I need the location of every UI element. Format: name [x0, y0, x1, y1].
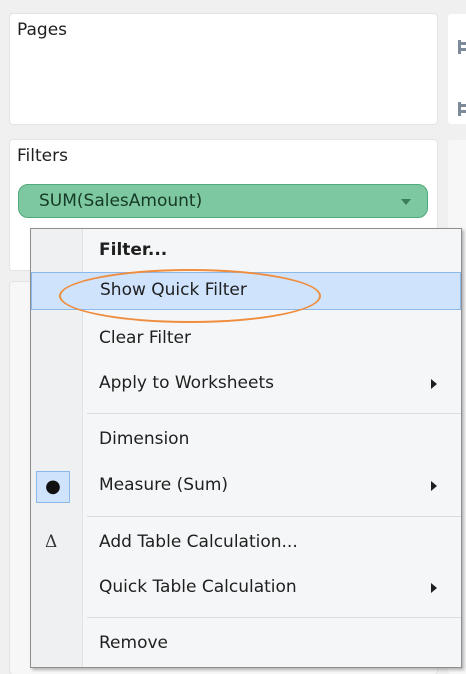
chevron-down-icon[interactable]	[401, 199, 411, 205]
chevron-right-icon	[431, 583, 437, 593]
menu-item-apply-to-worksheets[interactable]: Apply to Worksheets	[31, 366, 461, 404]
columns-shelf-strip	[448, 14, 466, 124]
filter-pill-label: SUM(SalesAmount)	[39, 191, 203, 211]
selected-check-box: ●	[36, 471, 70, 503]
filter-context-menu: Filter... Show Quick Filter Clear Filter…	[30, 228, 462, 668]
columns-icon	[458, 40, 466, 54]
menu-item-label: Dimension	[99, 429, 190, 449]
menu-separator	[87, 617, 461, 618]
filter-pill-sum-salesamount[interactable]: SUM(SalesAmount)	[18, 184, 428, 218]
delta-icon: Δ	[45, 532, 58, 552]
bullet-icon: ●	[45, 476, 61, 497]
menu-item-add-table-calculation[interactable]: Δ Add Table Calculation...	[31, 525, 461, 563]
menu-item-label: Filter...	[99, 240, 168, 260]
menu-item-label: Clear Filter	[99, 328, 191, 348]
menu-item-dimension[interactable]: Dimension	[31, 422, 461, 460]
menu-item-remove[interactable]: Remove	[31, 626, 461, 664]
menu-item-show-quick-filter[interactable]: Show Quick Filter	[31, 272, 461, 310]
chevron-right-icon	[431, 481, 437, 491]
menu-item-label: Measure (Sum)	[99, 475, 229, 495]
menu-separator	[87, 413, 461, 414]
menu-item-quick-table-calculation[interactable]: Quick Table Calculation	[31, 570, 461, 608]
menu-item-clear-filter[interactable]: Clear Filter	[31, 321, 461, 359]
menu-item-filter[interactable]: Filter...	[31, 233, 461, 271]
menu-item-label: Remove	[99, 633, 168, 653]
filters-shelf-title: Filters	[17, 146, 68, 166]
menu-item-label: Quick Table Calculation	[99, 577, 297, 597]
pages-shelf[interactable]: Pages	[10, 14, 437, 124]
pages-shelf-title: Pages	[17, 20, 68, 40]
chevron-right-icon	[431, 379, 437, 389]
rows-icon	[458, 102, 466, 116]
menu-item-measure-sum[interactable]: ● Measure (Sum)	[31, 468, 461, 506]
menu-separator	[87, 516, 461, 517]
menu-item-label: Apply to Worksheets	[99, 373, 274, 393]
menu-item-label: Add Table Calculation...	[99, 532, 298, 552]
menu-item-label: Show Quick Filter	[100, 280, 247, 300]
